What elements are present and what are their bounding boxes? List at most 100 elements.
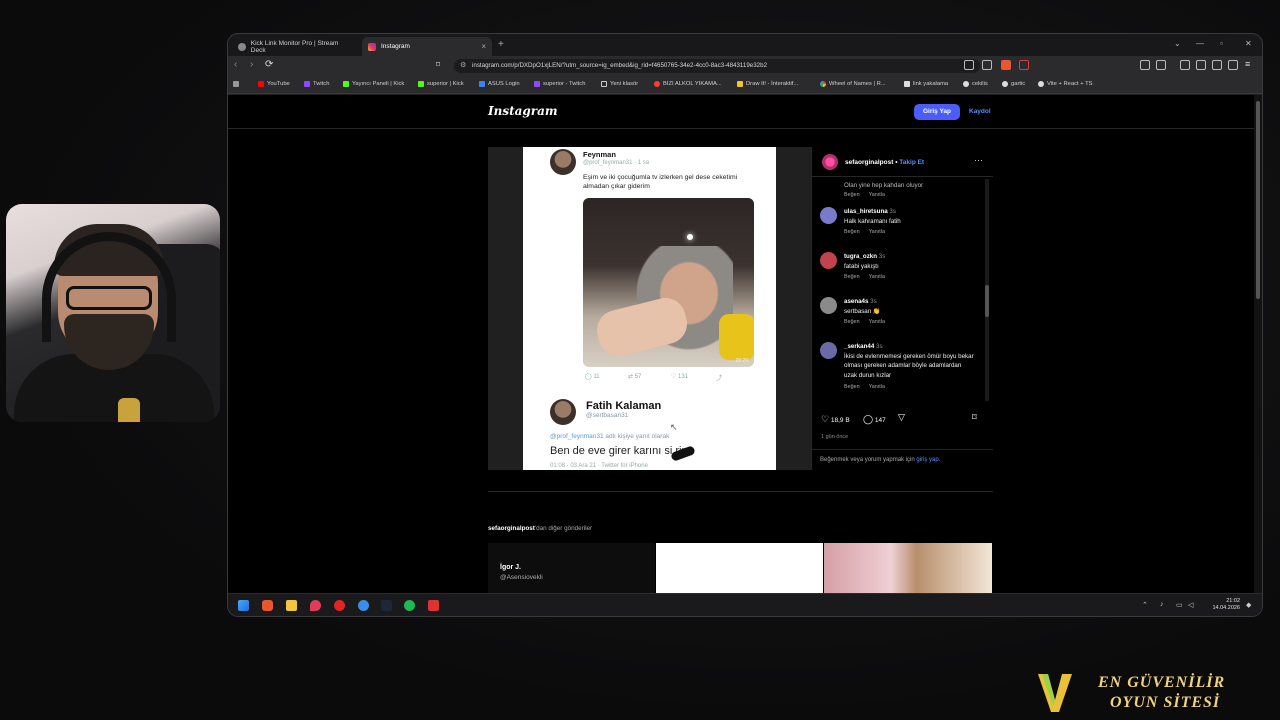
brave-shields-icon[interactable] (1001, 60, 1011, 70)
instagram-logo[interactable]: Instagram (488, 104, 558, 118)
like-comment-button[interactable]: Beğen (844, 319, 860, 325)
bookmark-twitch[interactable]: Twitch (304, 81, 329, 87)
avatar[interactable] (820, 342, 837, 359)
comments-scrollbar[interactable] (985, 179, 989, 401)
signup-link[interactable]: Kaydol (969, 108, 991, 115)
close-window-button[interactable]: ✕ (1245, 39, 1252, 48)
spotify-icon[interactable] (404, 600, 415, 611)
bookmark-draw-it[interactable]: Draw It! - İnteraktif... (737, 81, 798, 87)
comment-user[interactable]: _serkan44 3s (844, 343, 883, 350)
post-thumbnail[interactable] (656, 543, 823, 593)
post-thumbnail[interactable]: İgor J. @Asensiovekli (488, 543, 655, 593)
like-button[interactable]: ♡ 18,9 B (821, 414, 850, 425)
reply-comment-button[interactable]: Yanıtla (869, 192, 885, 198)
reload-icon[interactable]: ⟳ (265, 59, 273, 70)
avatar[interactable] (822, 154, 838, 170)
extensions-icon[interactable] (1140, 60, 1150, 70)
stream-deck-icon[interactable] (428, 600, 439, 611)
avatar[interactable] (820, 207, 837, 224)
bookmark-wheel-of-names[interactable]: Wheel of Names | R... (820, 81, 886, 87)
bookmark-bizi-alkol[interactable]: BIZI ALKOL YIKAMA... (654, 81, 722, 87)
leo-ai-icon[interactable] (1212, 60, 1222, 70)
reply-comment-button[interactable]: Yanıtla (869, 274, 885, 280)
system-clock[interactable]: 21:02 14.04.2026 (1212, 598, 1240, 612)
more-options-icon[interactable]: ··· (974, 155, 983, 165)
asus-icon (479, 81, 485, 87)
file-explorer-icon[interactable] (286, 600, 297, 611)
obs-icon[interactable] (334, 600, 345, 611)
bookmark-superior-twitch[interactable]: superior - Twitch (534, 81, 585, 87)
bookmark-icon[interactable]: ⌑ (436, 60, 440, 69)
brave-rewards-icon[interactable] (1019, 60, 1029, 70)
like-comment-button[interactable]: Beğen (844, 384, 860, 390)
tab-instagram[interactable]: Instagram × (362, 37, 492, 56)
comment-user[interactable]: ulas_hiretsuna 3s (844, 208, 896, 215)
tab-bar: Kick Link Monitor Pro | Stream Deck Inst… (228, 34, 1262, 56)
tab-search-icon[interactable]: ⌄ (1174, 39, 1181, 48)
wallet-icon[interactable] (1196, 60, 1206, 70)
bookmark-youtube[interactable]: YouTube (258, 81, 290, 87)
steam-icon[interactable] (381, 600, 392, 611)
new-tab-button[interactable]: + (498, 39, 504, 50)
comment-button[interactable]: ◯ 147 (863, 414, 886, 425)
login-link[interactable]: giriş yap (916, 457, 938, 463)
bookmark-cekilis[interactable]: cekilis (963, 81, 988, 87)
bookmark-superior-kick[interactable]: superior | Kick (418, 81, 464, 87)
tweet-photo: 28:29 (583, 198, 754, 367)
like-comment-button[interactable]: Beğen (844, 274, 860, 280)
menu-icon[interactable]: ≡ (1245, 59, 1250, 69)
forward-icon[interactable]: › (250, 59, 253, 70)
comment-actions: Beğen Yanıtla (844, 319, 894, 325)
minimize-button[interactable]: — (1196, 39, 1204, 48)
vpn-icon[interactable] (1228, 60, 1238, 70)
tab-kick-link-monitor[interactable]: Kick Link Monitor Pro | Stream Deck (232, 37, 358, 56)
app-pin-icon[interactable] (310, 600, 321, 611)
back-icon[interactable]: ‹ (234, 59, 237, 70)
save-bookmark-icon[interactable]: ⌑ (972, 412, 977, 423)
bookmark-vite[interactable]: Vite + React + TS (1038, 81, 1093, 87)
page-scrollbar[interactable] (1254, 95, 1262, 593)
apps-grid-icon[interactable] (233, 81, 242, 87)
avatar[interactable] (820, 297, 837, 314)
maximize-button[interactable]: ▫ (1220, 39, 1223, 48)
network-icon[interactable]: ▭ (1176, 601, 1183, 609)
tray-expand-icon[interactable]: ⌃ (1142, 601, 1148, 609)
share-icon[interactable] (982, 60, 992, 70)
bookmark-kick-panel[interactable]: Yayıncı Paneli | Kick (343, 81, 404, 87)
post-username[interactable]: sefaorginalpost • Takip Et (845, 159, 924, 166)
close-tab-icon[interactable]: × (481, 42, 486, 51)
photo-timestamp: 28:29 (735, 358, 748, 364)
site-info-icon[interactable]: ⚙ (460, 59, 466, 73)
scrollbar-thumb[interactable] (1256, 101, 1260, 299)
address-bar[interactable]: ⚙ instagram.com/p/DXDpO1xjLEN/?utm_sourc… (454, 59, 980, 73)
browser-toolbar: ‹ › ⟳ ⌑ ⚙ instagram.com/p/DXDpO1xjLEN/?u… (228, 56, 1262, 76)
scrollbar-thumb[interactable] (985, 285, 989, 317)
globe-icon (1002, 81, 1008, 87)
volume-icon[interactable]: ◁ (1188, 601, 1193, 609)
bookmark-asus[interactable]: ASUS Login (479, 81, 520, 87)
comment-user[interactable]: tugra_ozkn 3s (844, 253, 885, 260)
post-media[interactable]: Feynman @prof_feynman31 · 1 sa Eşim ve i… (488, 147, 811, 470)
reading-list-icon[interactable] (1156, 60, 1166, 70)
reply-comment-button[interactable]: Yanıtla (869, 319, 885, 325)
share-icon[interactable]: ▽ (898, 412, 905, 423)
install-app-icon[interactable] (964, 60, 974, 70)
windows-start-icon[interactable] (238, 600, 249, 611)
sidebar-icon[interactable] (1180, 60, 1190, 70)
bookmark-gartic[interactable]: gartic (1002, 81, 1025, 87)
bookmark-link-yakalama[interactable]: link yakalama (904, 81, 948, 87)
app-icon[interactable] (358, 600, 369, 611)
notification-icon[interactable]: ◆ (1246, 601, 1251, 609)
reply-comment-button[interactable]: Yanıtla (869, 384, 885, 390)
like-comment-button[interactable]: Beğen (844, 229, 860, 235)
microphone-icon[interactable]: ♪ (1160, 601, 1164, 608)
comment-user[interactable]: asena4s 3s (844, 298, 877, 305)
follow-button[interactable]: Takip Et (899, 159, 924, 166)
post-thumbnail[interactable] (824, 543, 992, 593)
like-comment-button[interactable]: Beğen (844, 192, 860, 198)
login-button[interactable]: Giriş Yap (914, 104, 960, 120)
avatar[interactable] (820, 252, 837, 269)
brave-browser-icon[interactable] (262, 600, 273, 611)
reply-comment-button[interactable]: Yanıtla (869, 229, 885, 235)
bookmark-folder[interactable]: Yeni klasör (601, 81, 638, 87)
